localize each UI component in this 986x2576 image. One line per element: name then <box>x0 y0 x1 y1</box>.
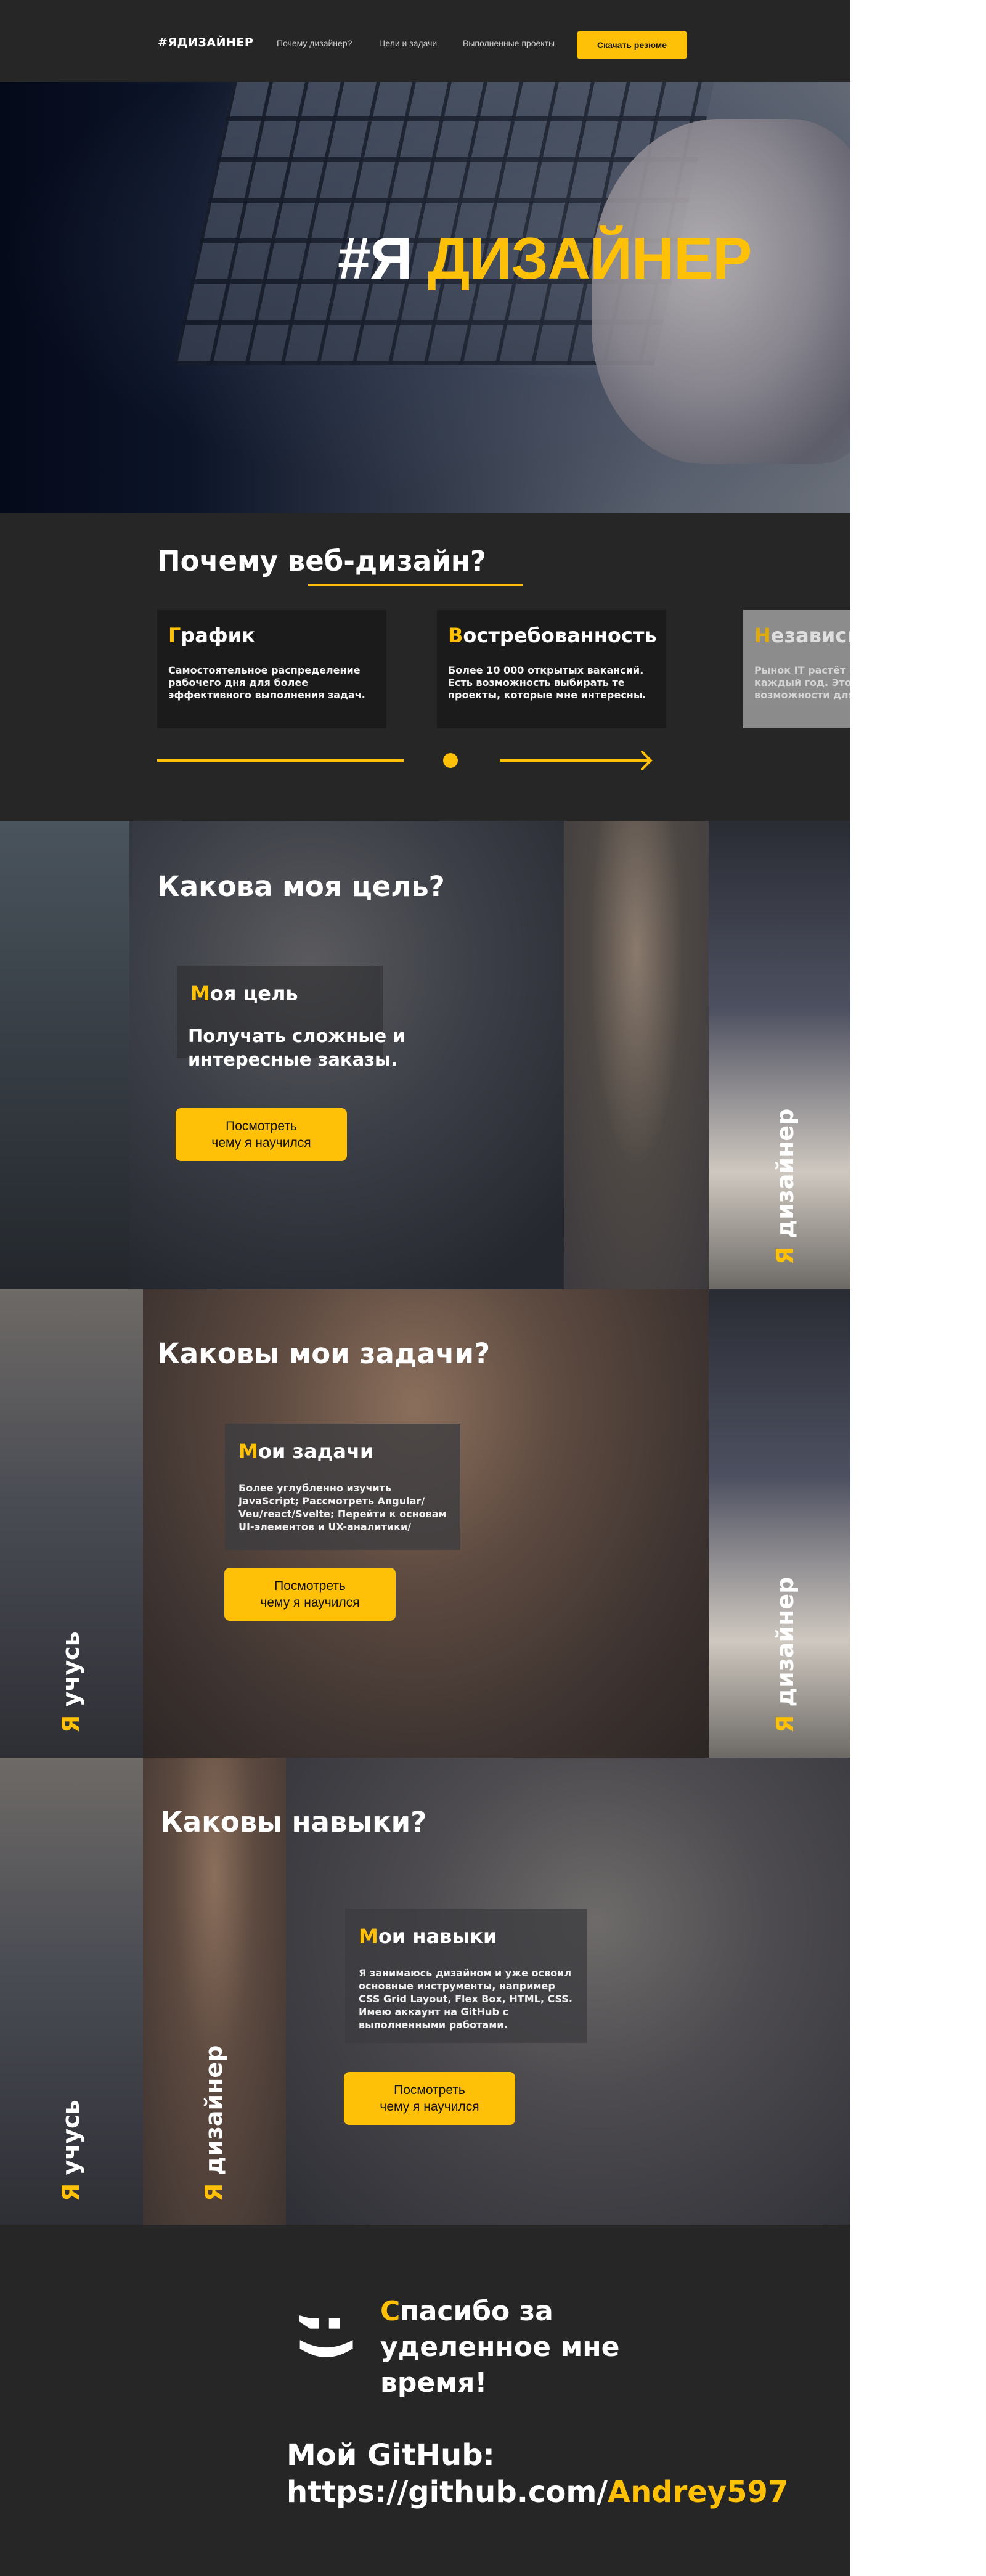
infobox-title: Мои навыки <box>359 1925 497 1948</box>
tasks-section: Каковы мои задачи? Мои задачи Более углу… <box>0 1289 850 1758</box>
portrait-photo <box>564 821 709 1289</box>
infobox-text: Более углубленно изучить JavaScript; Рас… <box>238 1482 447 1533</box>
github-block: Мой GitHub: https://github.com/Andrey597 <box>287 2437 788 2511</box>
vertical-label-learning: Я учусь <box>57 2100 84 2201</box>
slider-track-left <box>157 759 404 762</box>
see-learned-button[interactable]: Посмотреть чему я научился <box>176 1108 347 1161</box>
site-logo[interactable]: #ЯДИЗАЙНЕР <box>158 36 253 49</box>
site-footer: ;) Спасибо за уделенное мне время! Мой G… <box>0 2225 850 2576</box>
skills-infobox: Мои навыки Я занимаюсь дизайном и уже ос… <box>345 1909 587 2043</box>
download-resume-button[interactable]: Скачать резюме <box>577 31 687 59</box>
why-card-demand: Востребованность Более 10 000 открытых в… <box>437 610 666 728</box>
why-card-schedule: График Самостоятельное распределение раб… <box>157 610 386 728</box>
hero-title-word: ДИЗАЙНЕР <box>428 226 752 291</box>
skills-title: Каковы навыки? <box>160 1806 427 1838</box>
tasks-title: Каковы мои задачи? <box>157 1337 491 1370</box>
page: #ЯДИЗАЙНЕР Почему дизайнер? Цели и задач… <box>0 0 850 2576</box>
why-card-independence: Независимость Рынок IT растёт и развивае… <box>743 610 850 728</box>
card-title: Независимость <box>754 624 850 647</box>
slider-track-right <box>500 759 648 762</box>
card-text: Самостоятельное распределение рабочего д… <box>168 664 365 701</box>
vertical-label-designer: Я дизайнер <box>200 2045 227 2201</box>
monitor-photo <box>0 821 129 1289</box>
card-text: Более 10 000 открытых вакансий. Есть воз… <box>448 664 646 701</box>
thanks-text: Спасибо за уделенное мне время! <box>380 2296 620 2399</box>
hero-banner: #Я ДИЗАЙНЕР <box>0 82 850 513</box>
nav-link-goals-tasks[interactable]: Цели и задачи <box>379 38 437 48</box>
infobox-title: Мои задачи <box>238 1440 374 1463</box>
goal-text: Получать сложные и интересные заказы. <box>188 1025 405 1070</box>
empty-side-area <box>850 0 986 2576</box>
see-learned-button[interactable]: Посмотреть чему я научился <box>224 1568 396 1621</box>
goal-title: Какова моя цель? <box>157 870 445 903</box>
nav-link-projects[interactable]: Выполненные проекты <box>463 38 555 48</box>
vertical-label-learning: Я учусь <box>57 1631 84 1733</box>
goal-section: Какова моя цель? Моя цель Получать сложн… <box>0 821 850 1289</box>
skills-section: Каковы навыки? Мои навыки Я занимаюсь ди… <box>0 1758 850 2226</box>
see-learned-button[interactable]: Посмотреть чему я научился <box>344 2072 515 2125</box>
card-title: Востребованность <box>448 624 657 647</box>
github-link[interactable]: https://github.com/Andrey597 <box>287 2475 788 2509</box>
infobox-text: Я занимаюсь дизайном и уже освоил основн… <box>359 1967 572 2031</box>
slider-dot[interactable] <box>443 753 458 768</box>
hero-title-hash: #Я <box>338 226 412 291</box>
vertical-label-designer: Я дизайнер <box>772 1108 799 1265</box>
vertical-label-designer: Я дизайнер <box>772 1576 799 1733</box>
hero-title: #Я ДИЗАЙНЕР <box>338 225 752 293</box>
site-header: #ЯДИЗАЙНЕР Почему дизайнер? Цели и задач… <box>0 0 850 82</box>
why-title: Почему веб-дизайн? <box>157 545 486 577</box>
tasks-infobox: Мои задачи Более углубленно изучить Java… <box>225 1424 460 1550</box>
nav-link-why-designer[interactable]: Почему дизайнер? <box>277 38 352 48</box>
card-title: График <box>168 624 255 647</box>
why-title-underline <box>308 584 523 586</box>
why-section: Почему веб-дизайн? График Самостоятельно… <box>0 513 850 821</box>
card-text: Рынок IT растёт и развивается каждый год… <box>754 664 850 701</box>
github-label: Мой GitHub: <box>287 2438 495 2472</box>
infobox-title: Моя цель <box>190 982 298 1005</box>
arrow-right-icon[interactable] <box>629 749 653 772</box>
smile-icon: ;) <box>293 2312 362 2363</box>
